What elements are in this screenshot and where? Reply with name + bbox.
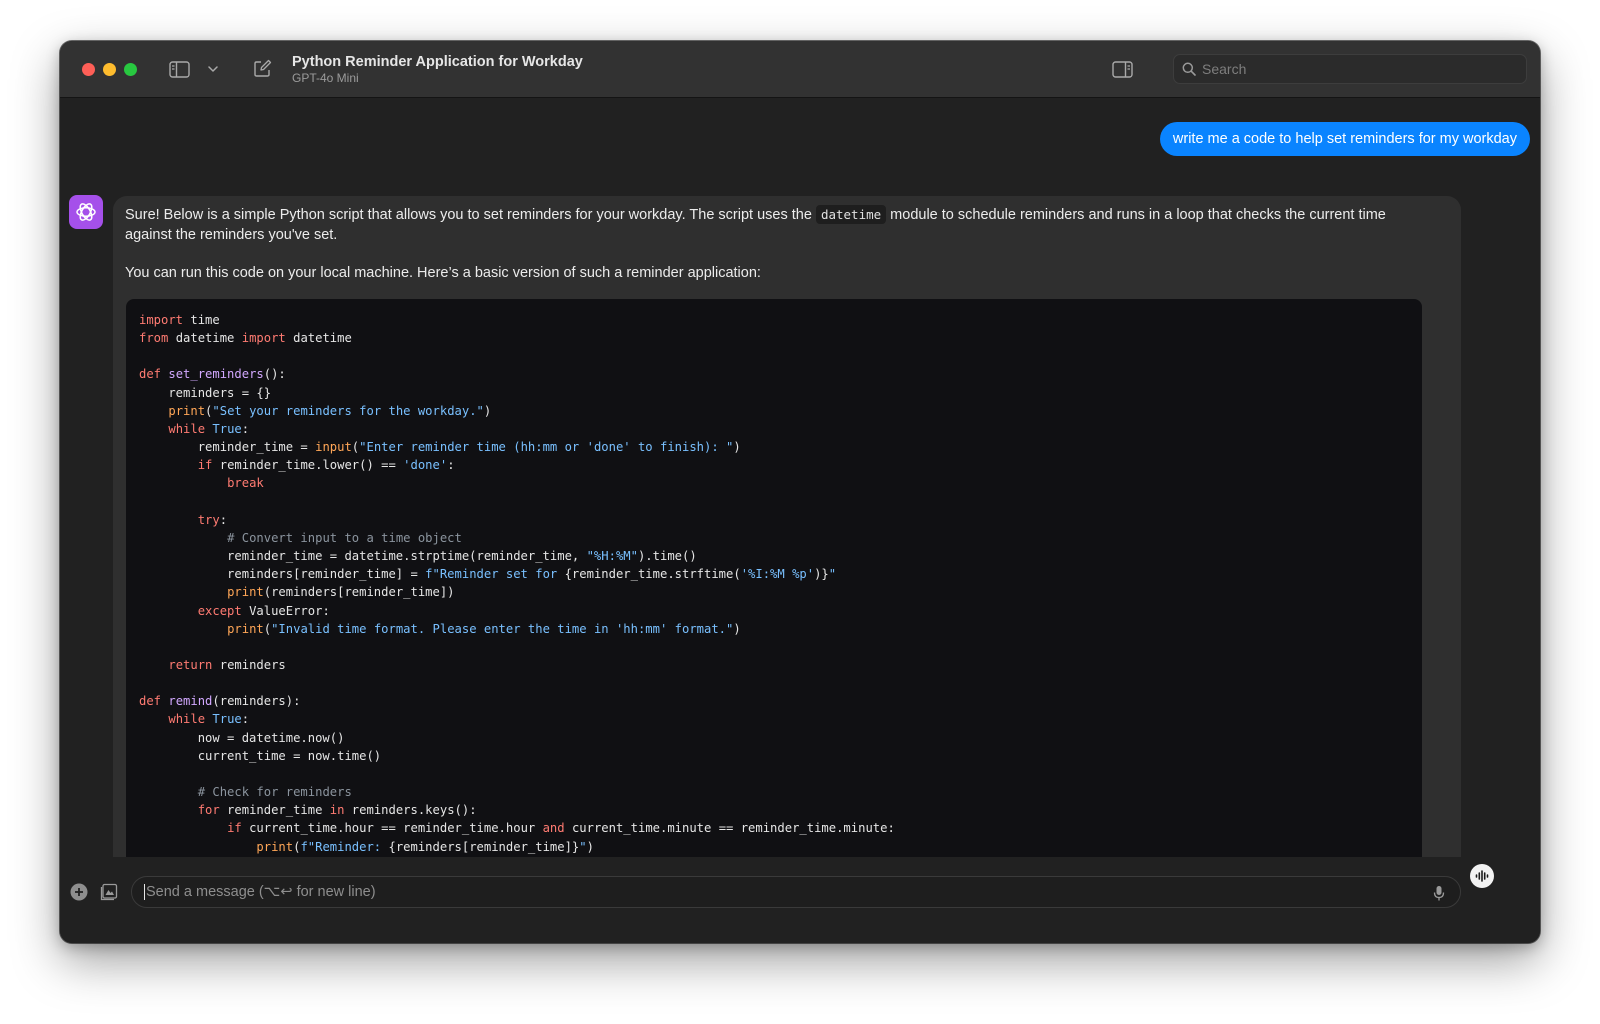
message-placeholder: Send a message (⌥↩ for new line) — [146, 884, 376, 900]
compose-icon[interactable] — [251, 57, 273, 79]
app-window: Python Reminder Application for Workday … — [60, 41, 1540, 943]
close-window-button[interactable] — [82, 63, 95, 76]
image-library-icon[interactable] — [99, 882, 119, 902]
text-caret — [144, 884, 145, 900]
search-icon — [1182, 62, 1196, 76]
assistant-paragraph-2: You can run this code on your local mach… — [125, 265, 761, 281]
code-content: import time from datetime import datetim… — [139, 313, 895, 854]
inline-code: datetime — [815, 205, 887, 224]
search-placeholder: Search — [1202, 61, 1247, 77]
openai-logo-icon — [74, 200, 98, 224]
assistant-avatar — [69, 195, 103, 229]
zoom-window-button[interactable] — [124, 63, 137, 76]
paragraph-text: Sure! Below is a simple Python script th… — [125, 207, 816, 223]
voice-mode-button[interactable] — [1470, 864, 1494, 888]
window-title: Python Reminder Application for Workday — [292, 54, 583, 70]
chevron-down-icon[interactable] — [206, 61, 220, 77]
search-field[interactable]: Search — [1173, 54, 1527, 84]
model-name: GPT-4o Mini — [292, 71, 359, 85]
message-input[interactable]: Send a message (⌥↩ for new line) — [131, 876, 1461, 908]
assistant-paragraph-1: Sure! Below is a simple Python script th… — [125, 205, 1415, 245]
code-block[interactable]: import time from datetime import datetim… — [126, 299, 1422, 916]
sidebar-icon[interactable] — [168, 58, 190, 80]
message-composer: Send a message (⌥↩ for new line) — [60, 857, 1540, 943]
assistant-message-bubble: Sure! Below is a simple Python script th… — [113, 196, 1461, 916]
title-bar: Python Reminder Application for Workday … — [60, 41, 1540, 98]
minimize-window-button[interactable] — [103, 63, 116, 76]
right-panel-icon[interactable] — [1111, 58, 1133, 80]
microphone-icon[interactable] — [1432, 884, 1446, 902]
user-message-text: write me a code to help set reminders fo… — [1172, 131, 1517, 147]
user-message-bubble: write me a code to help set reminders fo… — [1159, 122, 1530, 156]
plus-circle-icon[interactable] — [69, 882, 89, 902]
voice-wave-icon — [1475, 870, 1489, 882]
